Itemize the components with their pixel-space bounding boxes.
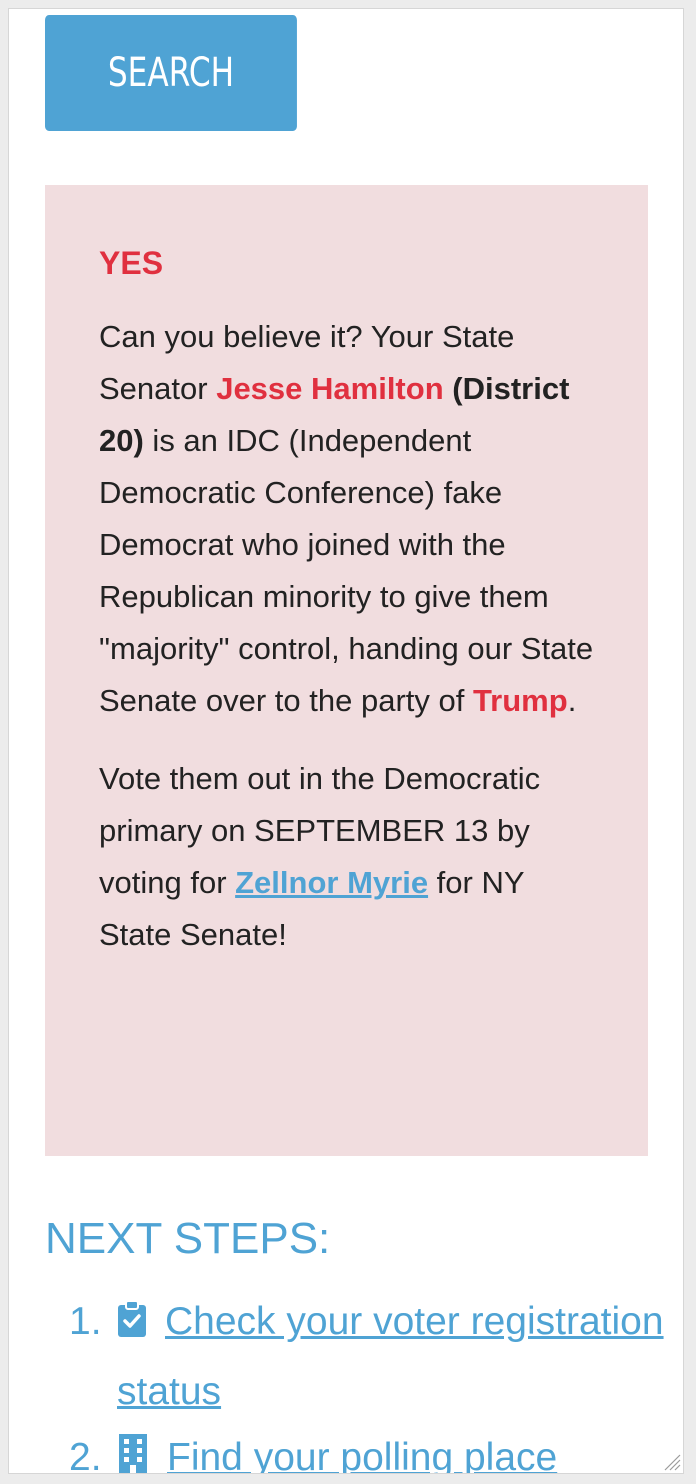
vote-paragraph: Vote them out in the Democratic primary …	[99, 753, 594, 961]
senator-text-2	[444, 371, 453, 406]
clipboard-check-icon	[117, 1293, 147, 1359]
resize-grip-icon[interactable]	[661, 1451, 681, 1471]
candidate-link[interactable]: Zellnor Myrie	[235, 865, 428, 900]
next-step-item: 2. Find your polling place	[45, 1425, 665, 1474]
step-number: 2.	[69, 1436, 102, 1474]
page-frame: SEARCH YES Can you believe it? Your Stat…	[8, 8, 684, 1474]
find-polling-place-link[interactable]: Find your polling place	[167, 1436, 557, 1473]
senator-text-3: is an IDC (Independent Democratic Confer…	[99, 423, 594, 718]
party-leader-name: Trump	[472, 683, 568, 718]
senator-paragraph: Can you believe it? Your State Senator J…	[99, 311, 594, 727]
next-step-item: 1. Check your voter registration status	[45, 1289, 665, 1425]
senator-name: Jesse Hamilton	[216, 371, 444, 406]
building-icon	[117, 1429, 149, 1473]
next-steps-heading: NEXT STEPS:	[45, 1214, 331, 1263]
senator-text-4: .	[567, 683, 577, 718]
search-button[interactable]: SEARCH	[45, 15, 297, 131]
result-panel: YES Can you believe it? Your State Senat…	[45, 185, 648, 1156]
answer-label: YES	[99, 245, 164, 281]
step-number: 1.	[69, 1300, 102, 1343]
next-steps-list: 1. Check your voter registration status …	[45, 1289, 665, 1474]
check-registration-link[interactable]: Check your voter registration status	[117, 1300, 664, 1413]
